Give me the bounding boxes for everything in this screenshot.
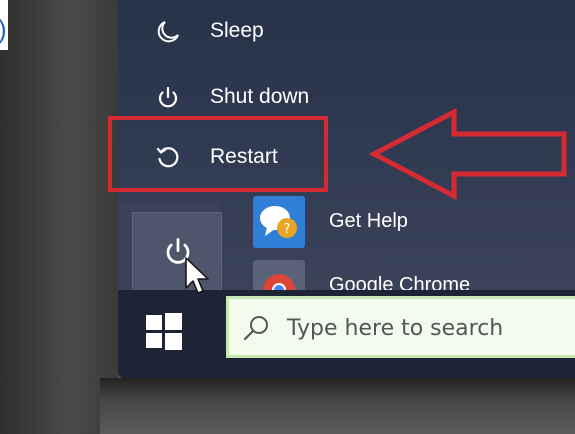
windows-start-icon[interactable] [144, 312, 184, 352]
search-placeholder: Type here to search [287, 316, 504, 341]
get-help-icon: ? [253, 196, 305, 248]
power-icon [158, 86, 178, 108]
app-label: Get Help [329, 210, 408, 232]
paren-text: ) [0, 14, 7, 45]
app-item-get-help[interactable]: ? Get Help [253, 196, 553, 250]
menu-item-label: Shut down [210, 85, 310, 108]
bottom-bezel [100, 378, 575, 434]
menu-item-shut-down[interactable]: Shut down [118, 74, 338, 118]
taskbar: Type here to search [118, 290, 575, 378]
menu-item-sleep[interactable]: Sleep [118, 8, 338, 52]
search-icon [243, 316, 268, 341]
red-arrow-annotation [368, 107, 567, 201]
bezel-left [0, 0, 118, 434]
restart-highlight-box [108, 116, 328, 192]
mouse-cursor-icon [185, 257, 209, 294]
menu-item-label: Sleep [210, 19, 264, 42]
search-box[interactable]: Type here to search [226, 296, 575, 358]
moon-icon [157, 21, 179, 43]
svg-text:?: ? [284, 222, 291, 237]
